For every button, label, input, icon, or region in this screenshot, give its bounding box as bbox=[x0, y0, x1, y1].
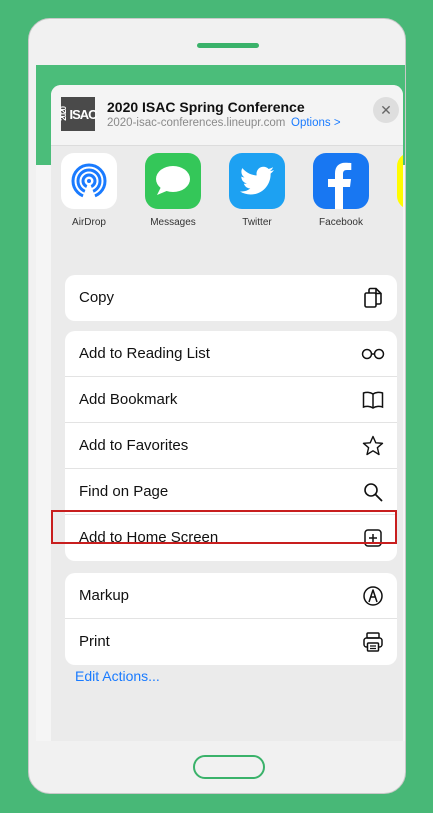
print-icon bbox=[361, 630, 385, 654]
action-label: Add Bookmark bbox=[79, 391, 178, 408]
action-add-bookmark[interactable]: Add Bookmark bbox=[65, 377, 397, 423]
action-label: Copy bbox=[79, 289, 115, 306]
twitter-icon bbox=[229, 153, 285, 209]
star-icon bbox=[361, 434, 385, 458]
action-group-copy: Copy bbox=[65, 275, 397, 321]
markup-icon bbox=[361, 584, 385, 608]
site-logo-text: ISAC bbox=[69, 106, 97, 122]
app-label: Messages bbox=[150, 217, 196, 228]
snapchat-icon bbox=[397, 153, 403, 209]
book-icon bbox=[361, 388, 385, 412]
site-logo-year: 2020 bbox=[59, 107, 69, 121]
action-markup[interactable]: Markup bbox=[65, 573, 397, 619]
phone-speaker bbox=[197, 43, 259, 48]
action-group-tools: Markup Print bbox=[65, 573, 397, 665]
app-twitter[interactable]: Twitter bbox=[217, 153, 297, 228]
action-add-to-reading-list[interactable]: Add to Reading List bbox=[65, 331, 397, 377]
phone-screen: 2020 ISAC 2020 ISAC Spring Conference 20… bbox=[36, 65, 405, 741]
action-print[interactable]: Print bbox=[65, 619, 397, 665]
messages-icon bbox=[145, 153, 201, 209]
action-find-on-page[interactable]: Find on Page bbox=[65, 469, 397, 515]
app-snapchat[interactable]: Sn bbox=[385, 153, 403, 228]
app-label: Facebook bbox=[319, 217, 363, 228]
share-apps-row: AirDrop Messages Twitter Facebook bbox=[51, 147, 403, 267]
close-icon: ✕ bbox=[380, 101, 392, 118]
app-messages[interactable]: Messages bbox=[133, 153, 213, 228]
site-title: 2020 ISAC Spring Conference bbox=[107, 99, 305, 115]
action-label: Add to Reading List bbox=[79, 345, 210, 362]
site-url: 2020-isac-conferences.lineupr.com bbox=[107, 117, 286, 129]
app-label: AirDrop bbox=[72, 217, 106, 228]
copy-icon bbox=[361, 286, 385, 310]
search-icon bbox=[361, 480, 385, 504]
share-sheet-header: 2020 ISAC 2020 ISAC Spring Conference 20… bbox=[51, 85, 403, 146]
action-label: Markup bbox=[79, 587, 130, 604]
site-logo: 2020 ISAC bbox=[59, 97, 98, 131]
action-add-to-favorites[interactable]: Add to Favorites bbox=[65, 423, 397, 469]
edit-actions-link[interactable]: Edit Actions... bbox=[75, 668, 160, 684]
app-label: Sn bbox=[385, 217, 403, 228]
options-link[interactable]: Options > bbox=[291, 117, 341, 129]
facebook-icon bbox=[313, 153, 369, 209]
glasses-icon bbox=[361, 342, 385, 366]
share-sheet: 2020 ISAC 2020 ISAC Spring Conference 20… bbox=[51, 85, 403, 741]
app-label: Twitter bbox=[242, 217, 272, 228]
action-label: Add to Favorites bbox=[79, 437, 189, 454]
app-airdrop[interactable]: AirDrop bbox=[51, 153, 129, 228]
action-label: Print bbox=[79, 633, 110, 650]
close-button[interactable]: ✕ bbox=[373, 97, 399, 123]
app-facebook[interactable]: Facebook bbox=[301, 153, 381, 228]
highlight-box bbox=[51, 510, 397, 544]
home-button[interactable] bbox=[193, 755, 265, 779]
action-copy[interactable]: Copy bbox=[65, 275, 397, 321]
airdrop-icon bbox=[61, 153, 117, 209]
action-label: Find on Page bbox=[79, 483, 169, 500]
